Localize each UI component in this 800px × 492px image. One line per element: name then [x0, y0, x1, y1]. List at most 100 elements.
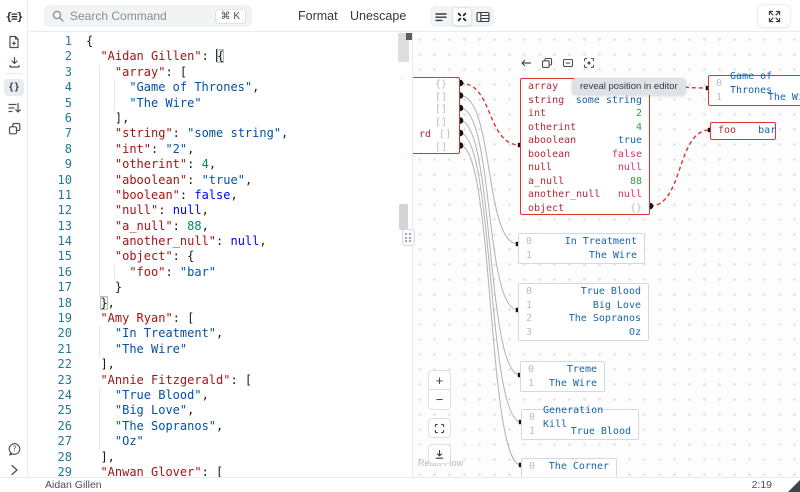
node-row: 0Generation Kill [522, 411, 638, 425]
code-line[interactable]: 2"Aidan Gillen": { [28, 49, 412, 64]
collapse-node-icon[interactable] [562, 57, 574, 69]
panel-resize-handle[interactable] [402, 229, 415, 246]
line-number: 2 [28, 49, 86, 64]
amy-ryan-node[interactable]: 0In Treatment1The Wire [518, 233, 645, 264]
copies-icon[interactable] [6, 120, 22, 136]
annie-fitzgerald-node[interactable]: 0True Blood1Big Love2The Sopranos3Oz [518, 283, 649, 341]
graph-edge [460, 146, 521, 466]
graph-view-button[interactable] [452, 7, 473, 26]
line-number: 4 [28, 80, 86, 95]
table-view-button[interactable] [472, 7, 493, 26]
node-row: [] [412, 104, 459, 117]
node-row: 1Big Love [519, 299, 648, 313]
collapse-sidebar-icon[interactable] [6, 462, 22, 478]
reveal-in-editor-icon[interactable] [520, 57, 532, 69]
code-line[interactable]: 13"a_null": 88, [28, 219, 412, 234]
code-line[interactable]: 28], [28, 450, 412, 465]
line-number: 14 [28, 234, 86, 249]
foo-bar-node[interactable]: foobar [710, 122, 776, 140]
alice-farmer-node[interactable]: 0The Corner [521, 458, 617, 477]
code-line[interactable]: 19"Amy Ryan": [ [28, 311, 412, 326]
search-input[interactable] [70, 9, 209, 23]
node-row: [] [412, 142, 459, 155]
braces-icon[interactable]: {} [4, 79, 24, 96]
code-line[interactable]: 11"boolean": false, [28, 188, 412, 203]
code-line[interactable]: 4"Game of Thrones", [28, 80, 412, 95]
code-line[interactable]: 10"aboolean": "true", [28, 173, 412, 188]
code-line[interactable]: 3"array": [ [28, 65, 412, 80]
code-line[interactable]: 15"object": { [28, 249, 412, 264]
chat-icon[interactable]: ? [6, 441, 22, 457]
graph-canvas[interactable]: reveal position in editor + − React Flow… [412, 32, 800, 477]
json-editor[interactable]: 1{2"Aidan Gillen": {3"array": [4"Game of… [28, 32, 412, 477]
code-line[interactable]: 24"True Blood", [28, 388, 412, 403]
format-button[interactable]: Format [298, 0, 338, 32]
node-row: otherint4 [521, 121, 649, 135]
fullscreen-icon [768, 10, 781, 23]
node-row: [] [412, 117, 459, 130]
zoom-out-button[interactable]: − [428, 390, 451, 410]
line-number: 23 [28, 373, 86, 388]
search-command-box[interactable]: ⌘ K [44, 5, 252, 27]
new-file-icon[interactable] [6, 34, 22, 50]
node-row: foobar [711, 124, 775, 138]
code-line[interactable]: 22], [28, 357, 412, 372]
node-row: 0True Blood [519, 285, 648, 299]
node-row: [] [412, 92, 459, 105]
app-logo-icon[interactable]: {≡} [6, 8, 22, 24]
node-toolbar [520, 57, 595, 69]
code-line[interactable]: 29"Anwan Glover": [ [28, 465, 412, 477]
graph-edge [460, 121, 520, 376]
download-icon[interactable] [6, 54, 22, 70]
line-number: 6 [28, 111, 86, 126]
code-line[interactable]: 17} [28, 280, 412, 295]
code-line[interactable]: 8"int": "2", [28, 142, 412, 157]
focus-node-icon[interactable] [583, 57, 595, 69]
svg-text:?: ? [12, 444, 16, 453]
code-line[interactable]: 25"Big Love", [28, 403, 412, 418]
unescape-button[interactable]: Unescape [350, 0, 406, 32]
line-number: 12 [28, 203, 86, 218]
code-line[interactable]: 7"string": "some string", [28, 126, 412, 141]
code-line[interactable]: 21"The Wire" [28, 342, 412, 357]
copy-node-icon[interactable] [541, 57, 553, 69]
tooltip: reveal position in editor [572, 78, 686, 95]
download-image-button[interactable] [428, 444, 451, 464]
array-values-node[interactable]: 0Game of Thrones1The Wire [708, 75, 800, 106]
line-number: 20 [28, 326, 86, 341]
code-line[interactable]: 12"null": null, [28, 203, 412, 218]
search-icon [52, 10, 64, 22]
code-line[interactable]: 27"Oz" [28, 434, 412, 449]
root-node[interactable]: {}[][][]rd[][] [412, 77, 460, 154]
code-line[interactable]: 23"Annie Fitzgerald": [ [28, 373, 412, 388]
zoom-in-button[interactable]: + [428, 370, 451, 390]
status-cursor-position: 2:19 [752, 479, 772, 491]
code-line[interactable]: 18}, [28, 296, 412, 311]
code-line[interactable]: 14"another_null": null, [28, 234, 412, 249]
panel-divider [412, 32, 413, 477]
activity-bar: {≡} {} ? [0, 0, 28, 477]
line-number: 15 [28, 249, 86, 264]
node-row: 0In Treatment [519, 235, 644, 249]
code-line[interactable]: 1{ [28, 34, 412, 49]
line-number: 3 [28, 65, 86, 80]
fit-view-button[interactable] [428, 418, 451, 438]
code-line[interactable]: 26"The Sopranos", [28, 419, 412, 434]
node-row: 0Game of Thrones [709, 77, 800, 91]
anwan-glover-node[interactable]: 0Treme1The Wire [520, 361, 605, 392]
code-line[interactable]: 5"The Wire" [28, 96, 412, 111]
text-view-button[interactable] [431, 7, 452, 26]
alexander-skarsgard-node[interactable]: 0Generation Kill1True Blood [521, 409, 639, 440]
node-row: 2The Sopranos [519, 312, 648, 326]
node-row: 1The Wire [521, 377, 604, 391]
code-line[interactable]: 6], [28, 111, 412, 126]
transform-icon[interactable] [6, 100, 22, 116]
aidan-gillen-node[interactable]: arraystringsome stringint2otherint4abool… [520, 78, 650, 215]
graph-edge [460, 96, 518, 245]
node-row: rd[] [412, 129, 459, 142]
line-number: 10 [28, 173, 86, 188]
code-line[interactable]: 9"otherint": 4, [28, 157, 412, 172]
fullscreen-button[interactable] [757, 4, 791, 28]
code-line[interactable]: 16"foo": "bar" [28, 265, 412, 280]
code-line[interactable]: 20"In Treatment", [28, 326, 412, 341]
